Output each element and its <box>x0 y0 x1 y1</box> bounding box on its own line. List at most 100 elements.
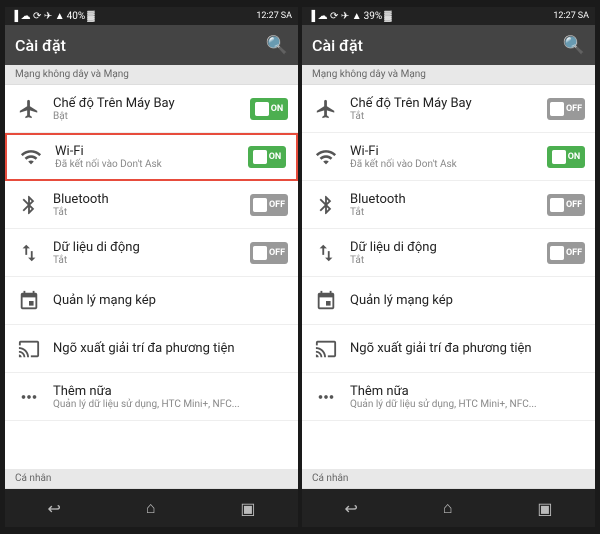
setting-icon-mobile-data <box>15 239 43 267</box>
setting-icon-airplane <box>312 95 340 123</box>
bottom-nav: ↩ ⌂ ▣ <box>302 489 595 527</box>
setting-subtitle-wifi: Đã kết nối vào Don't Ask <box>350 159 547 170</box>
recents-button[interactable]: ▣ <box>230 495 265 522</box>
settings-list: Chế độ Trên Máy Bay Tắt OFF Wi-Fi Đã kết… <box>302 85 595 469</box>
toggle-off[interactable]: OFF <box>547 242 585 264</box>
setting-item-media-output[interactable]: Ngõ xuất giải trí đa phương tiện <box>302 325 595 373</box>
setting-item-mobile-data[interactable]: Dữ liệu di động Tắt OFF <box>5 229 298 277</box>
setting-subtitle-more: Quản lý dữ liệu sử dụng, HTC Mini+, NFC.… <box>53 399 288 410</box>
setting-item-bluetooth[interactable]: Bluetooth Tắt OFF <box>302 181 595 229</box>
top-bar: Cài đặt 🔍 <box>302 25 595 65</box>
setting-icon-bluetooth <box>15 191 43 219</box>
toggle-off[interactable]: OFF <box>547 194 585 216</box>
setting-text-mobile-data: Dữ liệu di động Tắt <box>53 240 250 266</box>
setting-icon-bluetooth <box>312 191 340 219</box>
page-title: Cài đặt <box>15 36 66 55</box>
setting-icon-mobile-data <box>312 239 340 267</box>
status-left: ▐ ☁ ⟳ ✈ ▲ 40% ▓ <box>11 11 95 22</box>
setting-subtitle-bluetooth: Tắt <box>53 207 250 218</box>
region: SA <box>281 11 292 21</box>
setting-item-wifi[interactable]: Wi-Fi Đã kết nối vào Don't Ask ON <box>5 133 298 181</box>
setting-title-wifi: Wi-Fi <box>55 144 248 159</box>
home-button[interactable]: ⌂ <box>433 494 463 522</box>
setting-text-bluetooth: Bluetooth Tắt <box>350 192 547 218</box>
back-button[interactable]: ↩ <box>37 495 70 522</box>
setting-text-airplane: Chế độ Trên Máy Bay Bật <box>53 96 250 122</box>
setting-item-airplane[interactable]: Chế độ Trên Máy Bay Bật ON <box>5 85 298 133</box>
bottom-nav: ↩ ⌂ ▣ <box>5 489 298 527</box>
setting-icon-more <box>15 383 43 411</box>
setting-item-more[interactable]: Thêm nữa Quản lý dữ liệu sử dụng, HTC Mi… <box>5 373 298 421</box>
section-header-personal: Cá nhân <box>5 469 298 489</box>
page-title: Cài đặt <box>312 36 363 55</box>
setting-title-wifi: Wi-Fi <box>350 144 547 159</box>
clock: 12:27 <box>256 11 278 21</box>
status-right: 12:27 SA <box>553 11 589 21</box>
setting-title-mobile-data: Dữ liệu di động <box>53 240 250 255</box>
toggle-on[interactable]: ON <box>250 98 288 120</box>
setting-icon-media-output <box>312 335 340 363</box>
setting-subtitle-bluetooth: Tắt <box>350 207 547 218</box>
setting-subtitle-wifi: Đã kết nối vào Don't Ask <box>55 159 248 170</box>
setting-item-bluetooth[interactable]: Bluetooth Tắt OFF <box>5 181 298 229</box>
setting-item-wifi[interactable]: Wi-Fi Đã kết nối vào Don't Ask ON <box>302 133 595 181</box>
setting-item-airplane[interactable]: Chế độ Trên Máy Bay Tắt OFF <box>302 85 595 133</box>
toggle-on[interactable]: ON <box>248 146 286 168</box>
setting-subtitle-airplane: Bật <box>53 111 250 122</box>
setting-text-airplane: Chế độ Trên Máy Bay Tắt <box>350 96 547 122</box>
setting-item-mobile-data[interactable]: Dữ liệu di động Tắt OFF <box>302 229 595 277</box>
setting-title-airplane: Chế độ Trên Máy Bay <box>350 96 547 111</box>
battery-icon: ▓ <box>384 11 391 22</box>
toggle-off[interactable]: OFF <box>250 242 288 264</box>
setting-text-wifi: Wi-Fi Đã kết nối vào Don't Ask <box>55 144 248 170</box>
top-bar: Cài đặt 🔍 <box>5 25 298 65</box>
signal-icons: ▐ ☁ ⟳ ✈ ▲ <box>308 11 362 22</box>
setting-subtitle-airplane: Tắt <box>350 111 547 122</box>
back-button[interactable]: ↩ <box>334 495 367 522</box>
setting-icon-wifi <box>312 143 340 171</box>
settings-list: Chế độ Trên Máy Bay Bật ON Wi-Fi Đã kết … <box>5 85 298 469</box>
setting-item-media-output[interactable]: Ngõ xuất giải trí đa phương tiện <box>5 325 298 373</box>
setting-icon-dual-network <box>15 287 43 315</box>
setting-subtitle-mobile-data: Tắt <box>53 255 250 266</box>
status-left: ▐ ☁ ⟳ ✈ ▲ 39% ▓ <box>308 11 392 22</box>
phone-right: ▐ ☁ ⟳ ✈ ▲ 39% ▓ 12:27 SA Cài đặt 🔍 Mạng … <box>302 7 595 527</box>
setting-icon-media-output <box>15 335 43 363</box>
status-right: 12:27 SA <box>256 11 292 21</box>
toggle-on[interactable]: ON <box>547 146 585 168</box>
battery-percent: 39% <box>364 11 383 22</box>
battery-percent: 40% <box>67 11 86 22</box>
setting-item-dual-network[interactable]: Quản lý mạng kép <box>302 277 595 325</box>
setting-icon-wifi <box>17 143 45 171</box>
setting-title-more: Thêm nữa <box>53 384 288 399</box>
section-header-network: Mạng không dây và Mạng <box>302 65 595 85</box>
home-button[interactable]: ⌂ <box>136 494 166 522</box>
setting-title-airplane: Chế độ Trên Máy Bay <box>53 96 250 111</box>
setting-item-dual-network[interactable]: Quản lý mạng kép <box>5 277 298 325</box>
section-header-personal: Cá nhân <box>302 469 595 489</box>
toggle-off[interactable]: OFF <box>547 98 585 120</box>
setting-icon-airplane <box>15 95 43 123</box>
setting-title-mobile-data: Dữ liệu di động <box>350 240 547 255</box>
setting-text-media-output: Ngõ xuất giải trí đa phương tiện <box>350 341 585 356</box>
setting-item-more[interactable]: Thêm nữa Quản lý dữ liệu sử dụng, HTC Mi… <box>302 373 595 421</box>
search-button[interactable]: 🔍 <box>266 35 288 56</box>
setting-icon-more <box>312 383 340 411</box>
search-button[interactable]: 🔍 <box>563 35 585 56</box>
setting-title-dual-network: Quản lý mạng kép <box>350 293 585 308</box>
setting-title-media-output: Ngõ xuất giải trí đa phương tiện <box>53 341 288 356</box>
region: SA <box>578 11 589 21</box>
setting-title-media-output: Ngõ xuất giải trí đa phương tiện <box>350 341 585 356</box>
toggle-off[interactable]: OFF <box>250 194 288 216</box>
setting-text-more: Thêm nữa Quản lý dữ liệu sử dụng, HTC Mi… <box>350 384 585 410</box>
setting-text-more: Thêm nữa Quản lý dữ liệu sử dụng, HTC Mi… <box>53 384 288 410</box>
recents-button[interactable]: ▣ <box>527 495 562 522</box>
section-header-network: Mạng không dây và Mạng <box>5 65 298 85</box>
setting-text-dual-network: Quản lý mạng kép <box>350 293 585 308</box>
setting-subtitle-mobile-data: Tắt <box>350 255 547 266</box>
setting-title-more: Thêm nữa <box>350 384 585 399</box>
setting-text-dual-network: Quản lý mạng kép <box>53 293 288 308</box>
setting-title-dual-network: Quản lý mạng kép <box>53 293 288 308</box>
setting-subtitle-more: Quản lý dữ liệu sử dụng, HTC Mini+, NFC.… <box>350 399 585 410</box>
signal-icons: ▐ ☁ ⟳ ✈ ▲ <box>11 11 65 22</box>
